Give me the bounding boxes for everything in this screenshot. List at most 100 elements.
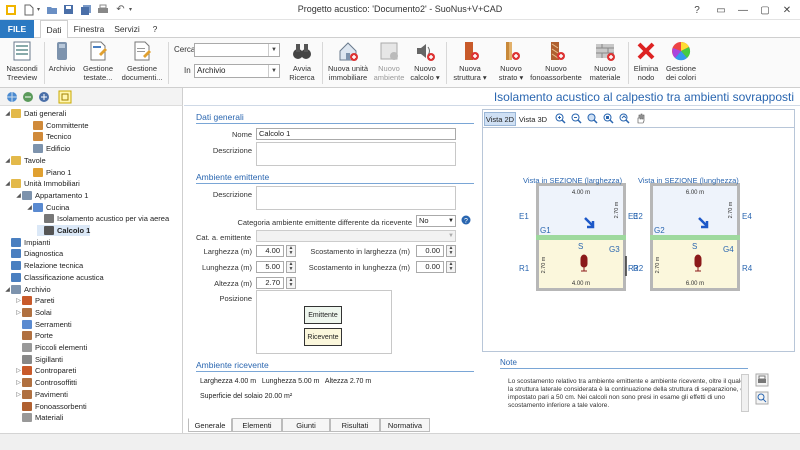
expand-toggle-icon[interactable]: ▷	[15, 379, 22, 386]
altezza-input[interactable]: 2.70	[256, 277, 284, 289]
emittente-box[interactable]: Emittente	[304, 306, 342, 324]
tree-item[interactable]: ◢ Appartamento 1	[15, 190, 88, 201]
tree-item[interactable]: ▷ Contropareti	[15, 365, 76, 376]
tree-item[interactable]: ◢ Dati generali	[4, 108, 66, 119]
expand-toggle-icon[interactable]: ◢	[4, 157, 11, 164]
expand-toggle-icon[interactable]: ▷	[15, 309, 22, 316]
categoria-select[interactable]: No ▼	[416, 215, 456, 227]
tree-item[interactable]: Fonoassorbenti	[15, 401, 87, 412]
tab-file[interactable]: FILE	[0, 20, 34, 38]
close-button[interactable]: ✕	[772, 0, 800, 20]
tab-giunti[interactable]: Giunti	[282, 418, 330, 432]
pan-hand-icon[interactable]	[635, 113, 646, 124]
tree-item[interactable]: ◢ Archivio	[4, 284, 51, 295]
tree-item[interactable]: Impianti	[4, 237, 50, 248]
tree-item[interactable]: Serramenti	[15, 319, 72, 330]
nuova-unita-button[interactable]: Nuova unità immobiliare	[326, 40, 370, 82]
expand-toggle-icon[interactable]: ◢	[4, 286, 11, 293]
tree-item[interactable]: Edificio	[26, 143, 70, 154]
archivio-button[interactable]: Archivio	[48, 40, 76, 73]
tree-item[interactable]: Piccoli elementi	[15, 342, 87, 353]
tab-normativa[interactable]: Normativa	[380, 418, 430, 432]
tree-item[interactable]: Porte	[15, 330, 53, 341]
zoom-window-icon[interactable]	[587, 113, 598, 124]
project-treeview[interactable]: ◢ Dati generali Committente Tecnico Edificio…	[0, 106, 183, 450]
expand-toggle-icon[interactable]: ◢	[26, 204, 33, 211]
nome-input[interactable]: Calcolo 1	[256, 128, 456, 140]
tree-item[interactable]: Piano 1	[26, 167, 71, 178]
expand-toggle-icon[interactable]: ◢	[4, 180, 11, 187]
info-icon[interactable]: ?	[461, 215, 471, 225]
tree-item[interactable]: ▷ Solai	[15, 307, 52, 318]
tree-item[interactable]: ▷ Controsoffitti	[15, 377, 77, 388]
gestione-colori-button[interactable]: Gestione dei colori	[664, 40, 698, 82]
tab-servizi[interactable]: Servizi	[112, 20, 142, 38]
tree-item[interactable]: Materiali	[15, 412, 63, 423]
tree-item[interactable]: Isolamento acustico per via aerea	[37, 213, 169, 224]
nuovo-materiale-button[interactable]: Nuovo materiale	[586, 40, 624, 82]
expand-toggle-icon[interactable]: ▷	[15, 391, 22, 398]
print-icon[interactable]	[755, 373, 769, 387]
lunghezza-spinner[interactable]: ▲ ▼	[286, 261, 296, 273]
nuovo-ambiente-button[interactable]: Nuovo ambiente	[372, 40, 406, 82]
lunghezza-input[interactable]: 5.00	[256, 261, 284, 273]
nuovo-fonoassorbente-button[interactable]: Nuovo fonoassorbente	[530, 40, 582, 82]
tree-item[interactable]: ▷ Pareti	[15, 295, 55, 306]
expand-toggle-icon[interactable]: ▷	[15, 297, 22, 304]
tab-vista-3d[interactable]: Vista 3D	[517, 112, 549, 126]
tab-dati[interactable]: Dati	[40, 20, 68, 39]
tree-item[interactable]: ◢ Cucina	[26, 202, 69, 213]
tab-elementi[interactable]: Elementi	[232, 418, 282, 432]
altezza-spinner[interactable]: ▲ ▼	[286, 277, 296, 289]
tree-item[interactable]: ◢ Tavole	[4, 155, 46, 166]
expand-tree-icon[interactable]	[22, 91, 34, 103]
expand-toggle-icon[interactable]: ▷	[15, 367, 22, 374]
larghezza-spinner[interactable]: ▲ ▼	[286, 245, 296, 257]
collapse-tree-icon[interactable]	[38, 91, 50, 103]
tree-item[interactable]: Calcolo 1	[37, 225, 91, 236]
zoom-extents-icon[interactable]	[603, 113, 614, 124]
zoom-in-icon[interactable]	[555, 113, 566, 124]
gestione-testate-button[interactable]: Gestione testate...	[80, 40, 116, 82]
nascondi-treeview-button[interactable]: Nascondi Treeview	[4, 40, 40, 82]
in-combobox[interactable]: Archivio ▼	[194, 64, 280, 78]
notes-scrollbar[interactable]	[741, 374, 749, 412]
tree-item[interactable]: Classificazione acustica	[4, 272, 104, 283]
descrizione-textarea[interactable]	[256, 142, 456, 166]
scost-larghezza-spinner[interactable]: ▲ ▼	[446, 245, 456, 257]
tab-vista-2d[interactable]: Vista 2D	[484, 112, 516, 126]
descrizione2-textarea[interactable]	[256, 186, 456, 210]
larghezza-input[interactable]: 4.00	[256, 245, 284, 257]
tab-finestra[interactable]: Finestra	[72, 20, 106, 38]
avvia-ricerca-button[interactable]: Avvia Ricerca	[286, 40, 318, 82]
gestione-documenti-button[interactable]: Gestione documenti...	[120, 40, 164, 82]
expand-toggle-icon[interactable]: ◢	[4, 110, 11, 117]
scost-larghezza-input[interactable]: 0.00	[416, 245, 444, 257]
elimina-nodo-button[interactable]: Elimina nodo	[632, 40, 660, 82]
tab-help[interactable]: ?	[148, 20, 162, 38]
zoom-out-icon[interactable]	[571, 113, 582, 124]
nuovo-strato-button[interactable]: Nuovo strato ▾	[494, 40, 528, 82]
tree-item[interactable]: Committente	[26, 120, 89, 131]
zoom-previous-icon[interactable]	[619, 113, 630, 124]
tree-item[interactable]: ▷ Pavimenti	[15, 389, 68, 400]
cat-emittente-select[interactable]: ▼	[256, 230, 456, 242]
globe-icon[interactable]	[6, 91, 18, 103]
nuovo-calcolo-button[interactable]: Nuovo calcolo ▾	[408, 40, 442, 82]
tree-item[interactable]: Sigillanti	[15, 354, 63, 365]
tab-generale[interactable]: Generale	[188, 418, 232, 432]
tab-risultati[interactable]: Risultati	[330, 418, 380, 432]
speaker-add-icon	[417, 44, 435, 61]
highlight-icon[interactable]	[58, 90, 72, 104]
tree-item[interactable]: Relazione tecnica	[4, 260, 83, 271]
expand-toggle-icon[interactable]: ◢	[15, 192, 22, 199]
preview-icon[interactable]	[755, 391, 769, 405]
tree-item[interactable]: ◢ Unità Immobiliari	[4, 178, 80, 189]
tree-item[interactable]: Tecnico	[26, 131, 71, 142]
nuova-struttura-button[interactable]: Nuova struttura ▾	[450, 40, 490, 82]
scost-lunghezza-input[interactable]: 0.00	[416, 261, 444, 273]
tree-item[interactable]: Diagnostica	[4, 248, 63, 259]
scost-lunghezza-spinner[interactable]: ▲ ▼	[446, 261, 456, 273]
cerca-combobox[interactable]: ▼	[194, 43, 280, 57]
ricevente-box[interactable]: Ricevente	[304, 328, 342, 346]
